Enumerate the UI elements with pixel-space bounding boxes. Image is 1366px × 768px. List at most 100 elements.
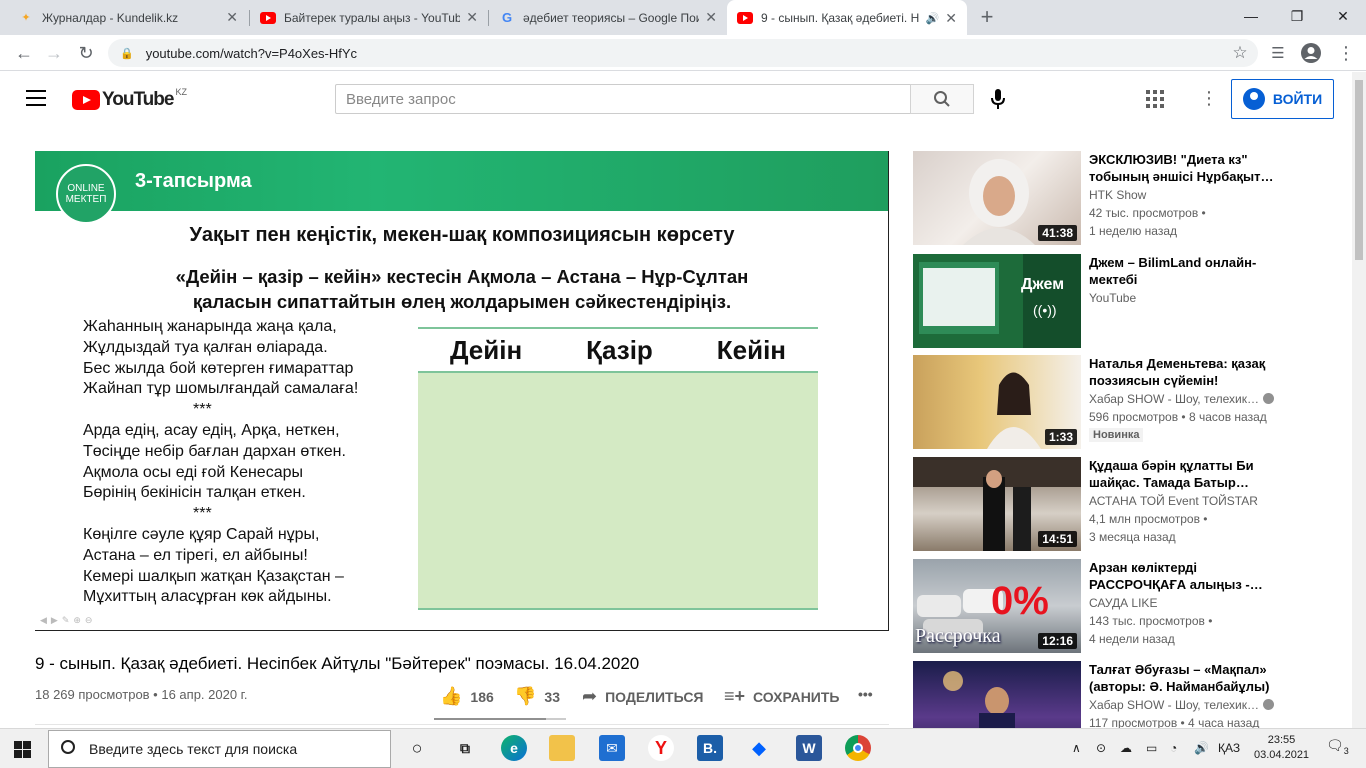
dropbox-icon[interactable]: ◆ [746, 735, 772, 761]
close-icon[interactable]: ✕ [705, 9, 717, 26]
close-icon[interactable]: ✕ [226, 9, 238, 26]
recommendation-item[interactable]: 41:38 ЭКСКЛЮЗИВ! "Диета кз" тобының әнші… [913, 151, 1353, 245]
back-icon[interactable]: ← [10, 39, 38, 67]
video-thumbnail[interactable]: 0% Рассрочка 12:16 [913, 559, 1081, 653]
settings-dots-icon[interactable]: ⋮ [1200, 88, 1218, 109]
tray-app-icon[interactable]: ⊙ [1096, 741, 1106, 755]
apps-grid-icon[interactable] [1146, 90, 1164, 108]
forward-icon[interactable]: → [40, 39, 68, 67]
tab-baiterek[interactable]: Байтерек туралы аңыз - YouTub ✕ [250, 0, 488, 35]
mail-icon[interactable]: ✉ [599, 735, 625, 761]
weather-icon[interactable]: ☁ [1120, 741, 1132, 755]
window-close-icon[interactable]: ✕ [1320, 0, 1366, 32]
recommendation-title[interactable]: ЭКСКЛЮЗИВ! "Диета кз" тобының әншісі Нұр… [1089, 151, 1289, 185]
recommendation-item[interactable]: 1:33 Наталья Деменьтева: қазақ поэзиясын… [913, 355, 1353, 449]
browser-toolbar: ← → ↻ 🔒 youtube.com/watch?v=P4oXes-HfYc … [0, 35, 1366, 71]
recommendation-title[interactable]: Джем – BilimLand онлайн-мектебі [1089, 254, 1289, 288]
poem-line: Астана – ел тірегі, ел айбыны! [83, 546, 308, 564]
share-button[interactable]: ➦ ПОДЕЛИТЬСЯ [582, 686, 704, 707]
thumbs-down-icon: 👎 [514, 686, 537, 706]
notifications-icon[interactable]: 🗨3 [1326, 737, 1349, 756]
maximize-icon[interactable]: ❐ [1274, 0, 1320, 32]
dislike-button[interactable]: 👎 33 [514, 686, 560, 707]
video-duration: 1:33 [1044, 429, 1077, 445]
speaker-icon[interactable]: 🔊 [926, 12, 940, 25]
channel-name[interactable]: Хабар SHOW - Шоу, телехик… [1089, 698, 1274, 712]
channel-name[interactable]: Хабар SHOW - Шоу, телехик… [1089, 392, 1274, 406]
task-view-icon[interactable]: ⧉ [452, 735, 478, 761]
media-control-icon[interactable]: ☰ [1264, 39, 1292, 67]
cortana-icon[interactable]: ○ [404, 735, 430, 761]
youtube-play-icon [72, 90, 100, 110]
playlist-add-icon: ≡+ [724, 686, 746, 706]
browser-menu-icon[interactable]: ⋮ [1332, 39, 1360, 67]
video-player[interactable]: ONLINE МЕКТЕП 3-тапсырма Уақыт пен кеңіс… [35, 151, 889, 631]
save-label: СОХРАНИТЬ [753, 688, 840, 705]
address-bar[interactable]: 🔒 youtube.com/watch?v=P4oXes-HfYc [108, 39, 1258, 67]
recommendation-item[interactable]: Джем ((•)) Джем – BilimLand онлайн-мекте… [913, 254, 1353, 348]
new-tab-button[interactable]: + [973, 3, 1001, 31]
word-icon[interactable]: W [796, 735, 822, 761]
more-actions-icon[interactable]: ••• [858, 686, 873, 702]
tab-kundelik[interactable]: ✦ Журналдар - Kundelik.kz ✕ [8, 0, 248, 35]
table-body [418, 373, 818, 610]
like-button[interactable]: 👍 186 [440, 686, 494, 707]
wifi-icon[interactable]: ◔ [1170, 741, 1177, 755]
minimize-icon[interactable]: — [1228, 0, 1274, 32]
battery-icon[interactable]: ▭ [1146, 741, 1157, 755]
mic-icon[interactable] [988, 88, 1008, 110]
taskbar-search-placeholder: Введите здесь текст для поиска [89, 741, 298, 757]
signin-button[interactable]: ВОЙТИ [1231, 79, 1334, 119]
slide-controls-icon[interactable]: ◀▶✎⊕⊖ [40, 615, 96, 626]
verified-icon [1262, 393, 1274, 404]
recommendation-item[interactable]: 0% Рассрочка 12:16 Арзан көліктерді РАСС… [913, 559, 1353, 653]
video-duration: 14:51 [1038, 531, 1077, 547]
recommendation-title[interactable]: Наталья Деменьтева: қазақ поэзиясын сүйе… [1089, 355, 1289, 389]
close-icon[interactable]: ✕ [466, 9, 478, 26]
reload-icon[interactable]: ↻ [72, 39, 100, 67]
close-icon[interactable]: ✕ [945, 10, 957, 27]
tab-active-video[interactable]: 9 - сынып. Қазақ әдебиеті. Н 🔊 ✕ [727, 0, 967, 36]
menu-icon[interactable] [26, 90, 46, 106]
chrome-icon[interactable] [845, 735, 871, 761]
recommendation-title[interactable]: Талғат Әбуғазы – «Мақпал» (авторы: Ә. На… [1089, 661, 1289, 695]
video-thumbnail[interactable]: 14:51 [913, 457, 1081, 551]
yandex-icon[interactable]: Y [648, 735, 674, 761]
search-input[interactable]: Введите запрос [335, 84, 911, 114]
video-thumbnail[interactable]: 1:33 [913, 355, 1081, 449]
save-button[interactable]: ≡+ СОХРАНИТЬ [724, 686, 839, 707]
profile-icon[interactable] [1297, 39, 1325, 67]
youtube-logo[interactable]: YouTube KZ [72, 87, 187, 111]
edge-icon[interactable]: e [501, 735, 527, 761]
input-language[interactable]: ҚАЗ [1218, 741, 1240, 755]
page-scrollbar[interactable] [1352, 72, 1366, 728]
recommendation-title[interactable]: Құдаша бәрін құлатты Би шайқас. Тамада Б… [1089, 457, 1289, 491]
taskbar-search-input[interactable]: Введите здесь текст для поиска [48, 730, 391, 768]
bookmark-star-icon[interactable]: ☆ [1226, 39, 1254, 67]
video-thumbnail[interactable]: 41:38 [913, 151, 1081, 245]
thumbnail-overlay-text: Рассрочка [915, 625, 1001, 647]
tab-google[interactable]: G әдебиет теориясы – Google Пои ✕ [489, 0, 727, 35]
file-explorer-icon[interactable] [549, 735, 575, 761]
b-app-icon[interactable]: B. [697, 735, 723, 761]
recommendation-item[interactable]: 14:51 Құдаша бәрін құлатты Би шайқас. Та… [913, 457, 1353, 551]
channel-name[interactable]: САУДА LIKE [1089, 596, 1157, 610]
volume-icon[interactable]: 🔊 [1194, 741, 1209, 755]
recommendation-title[interactable]: Арзан көліктерді РАССРОЧҚАҒА алыңыз -… [1089, 559, 1289, 593]
tray-expand-icon[interactable]: ∧ [1072, 741, 1081, 755]
recommendation-item[interactable]: Талғат Әбуғазы – «Мақпал» (авторы: Ә. На… [913, 661, 1353, 728]
system-clock[interactable]: 23:55 03.04.2021 [1254, 733, 1309, 763]
online-mektep-logo: ONLINE МЕКТЕП [56, 164, 116, 224]
share-icon: ➦ [582, 686, 598, 706]
windows-start-icon[interactable] [14, 741, 31, 758]
poem-line: Кемері шалқып жатқан Қазақстан – [83, 567, 344, 585]
scrollbar-thumb[interactable] [1355, 80, 1363, 260]
channel-name[interactable]: YouTube [1089, 291, 1136, 305]
video-thumbnail[interactable] [913, 661, 1081, 728]
video-thumbnail[interactable]: Джем ((•)) [913, 254, 1081, 348]
search-button[interactable] [910, 84, 974, 114]
channel-name[interactable]: HTK Show [1089, 188, 1146, 202]
live-icon: ((•)) [1033, 302, 1057, 318]
channel-name[interactable]: АСТАНА ТОЙ Event ТОЙSTAR [1089, 494, 1258, 508]
verified-icon [1262, 699, 1274, 710]
